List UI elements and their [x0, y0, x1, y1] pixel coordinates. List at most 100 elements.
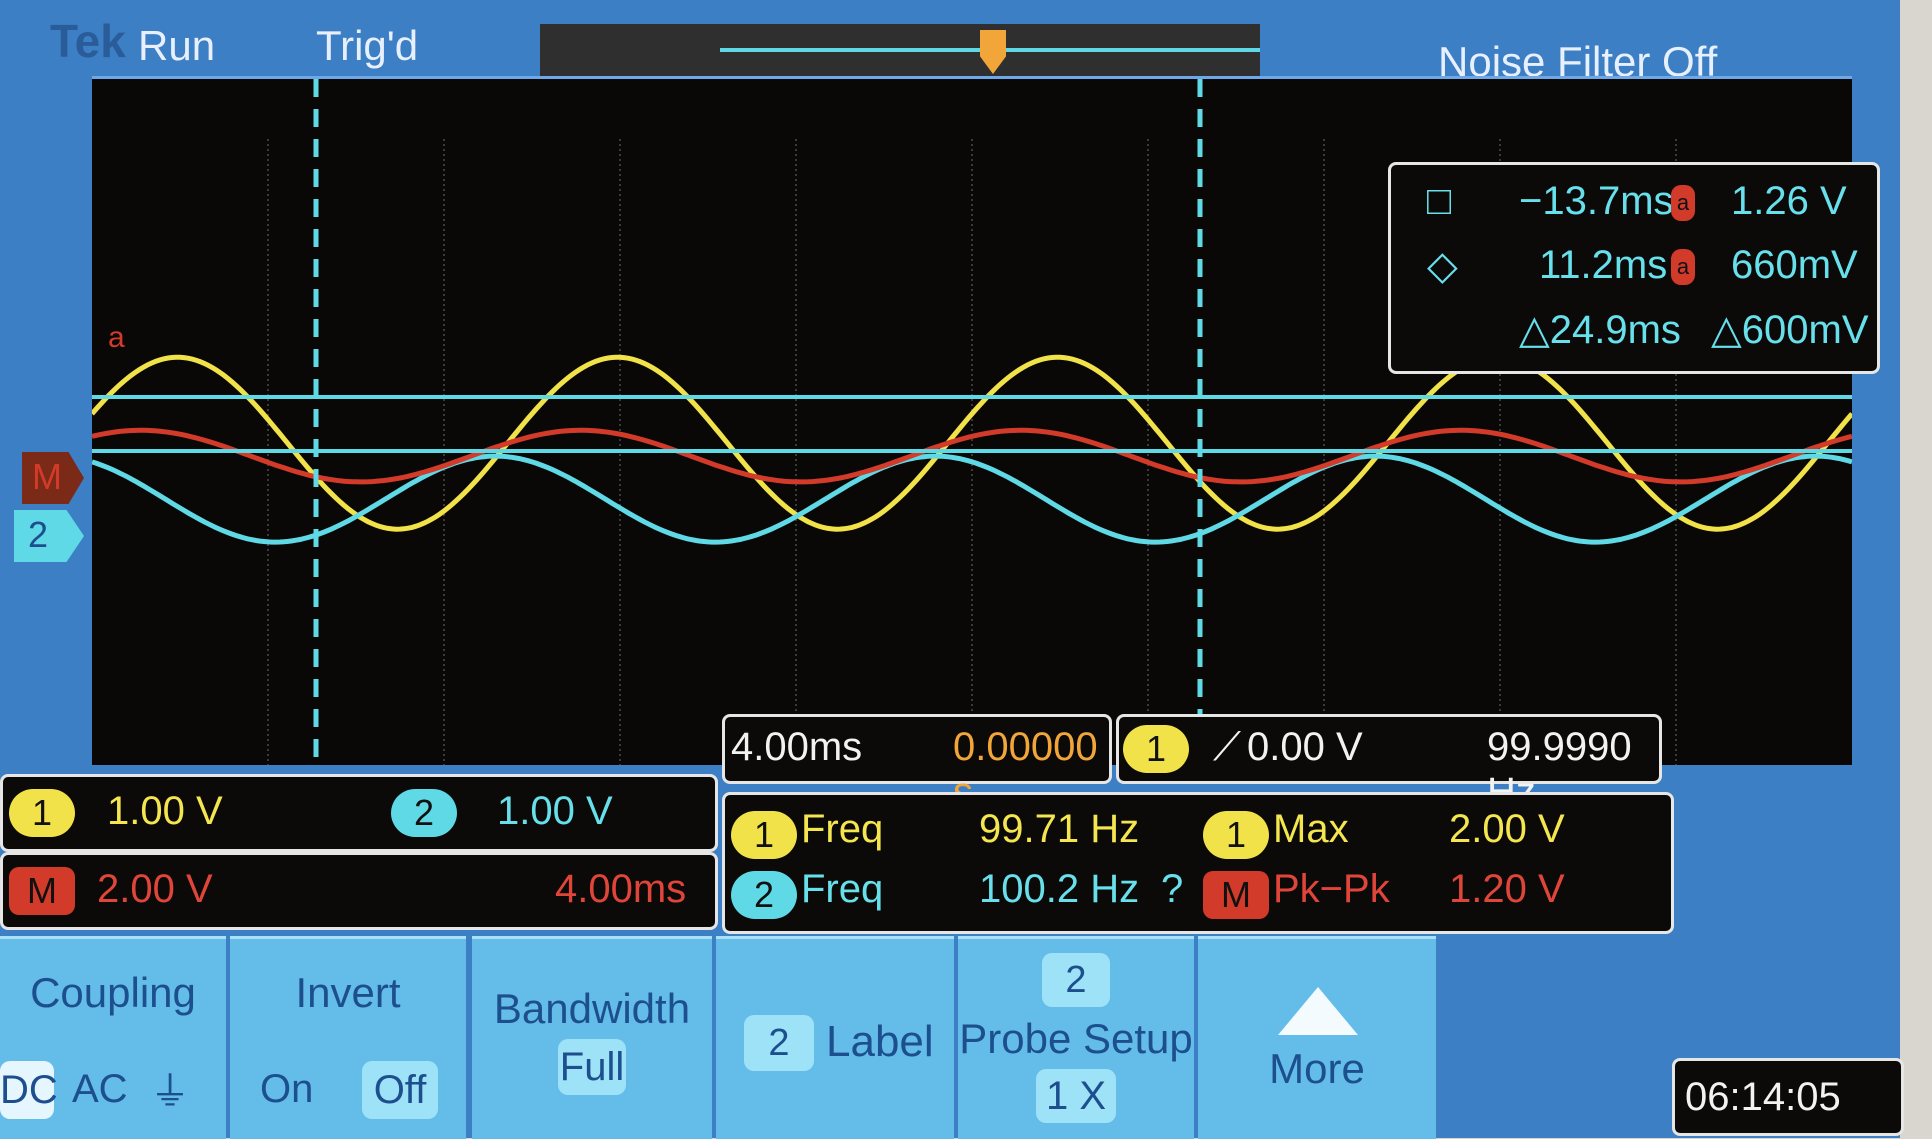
probe-setup-button[interactable]: 2 Probe Setup 1 X [958, 936, 1194, 1139]
grid-dot [267, 379, 269, 381]
grid-dot [267, 714, 269, 716]
ch2-ground-marker-icon[interactable]: 2 [14, 510, 84, 562]
more-button[interactable]: More [1198, 936, 1436, 1139]
grid-dot [1675, 489, 1677, 491]
grid-dot [971, 659, 973, 661]
invert-off-option[interactable]: Off [362, 1061, 438, 1119]
grid-dot [971, 299, 973, 301]
grid-dot [1147, 409, 1149, 411]
coupling-button[interactable]: Coupling DC AC ⏚ [0, 936, 226, 1139]
grid-dot [1675, 599, 1677, 601]
grid-dot [619, 139, 621, 141]
grid-dot [971, 634, 973, 636]
grid-dot [267, 439, 269, 441]
grid-dot [1147, 639, 1149, 641]
math-ground-marker-icon[interactable]: M [22, 452, 84, 504]
grid-dot [1499, 464, 1501, 466]
bandwidth-button[interactable]: Bandwidth Full [472, 936, 712, 1139]
grid-dot [1499, 499, 1501, 501]
grid-dot [795, 404, 797, 406]
grid-dot [443, 219, 445, 221]
grid-dot [1499, 709, 1501, 711]
channel-scale-readout[interactable]: 1 1.00 V 2 1.00 V [0, 774, 718, 852]
grid-dot [267, 649, 269, 651]
grid-dot [443, 699, 445, 701]
grid-dot [443, 314, 445, 316]
grid-dot [267, 144, 269, 146]
grid-dot [443, 209, 445, 211]
grid-dot [1323, 679, 1325, 681]
grid-dot [795, 439, 797, 441]
grid-dot [971, 709, 973, 711]
grid-dot [1499, 424, 1501, 426]
grid-dot [795, 454, 797, 456]
grid-dot [1323, 664, 1325, 666]
grid-dot [619, 519, 621, 521]
coupling-ac-option[interactable]: AC [72, 1067, 128, 1112]
grid-dot [619, 184, 621, 186]
grid-dot [1147, 239, 1149, 241]
grid-dot [1147, 614, 1149, 616]
grid-dot [971, 639, 973, 641]
grid-dot [267, 584, 269, 586]
grid-dot [267, 659, 269, 661]
grid-dot [1675, 384, 1677, 386]
grid-dot [1675, 474, 1677, 476]
trigger-readout[interactable]: 1 ⟋ 0.00 V 99.9990 Hz [1116, 714, 1662, 814]
coupling-ground-icon[interactable]: ⏚ [150, 1059, 190, 1117]
grid-dot [1499, 704, 1501, 706]
grid-dot [443, 284, 445, 286]
grid-dot [795, 334, 797, 336]
label-button[interactable]: 2 Label [716, 936, 954, 1139]
grid-dot [1675, 524, 1677, 526]
grid-dot [971, 509, 973, 511]
grid-dot [1323, 499, 1325, 501]
more-title: More [1269, 1045, 1365, 1092]
grid-dot [1675, 679, 1677, 681]
grid-dot [971, 439, 973, 441]
math-scale-readout[interactable]: M 2.00 V 4.00ms [0, 852, 718, 930]
grid-dot [267, 294, 269, 296]
grid-dot [971, 704, 973, 706]
grid-dot [443, 594, 445, 596]
grid-dot [1323, 154, 1325, 156]
timebase-readout[interactable]: 4.00ms 0.00000 s [722, 714, 1112, 814]
grid-dot [971, 549, 973, 551]
grid-dot [795, 579, 797, 581]
grid-dot [795, 684, 797, 686]
coupling-dc-option[interactable]: DC [0, 1061, 58, 1119]
grid-dot [795, 434, 797, 436]
grid-dot [1499, 674, 1501, 676]
grid-dot [1675, 689, 1677, 691]
grid-dot [1499, 594, 1501, 596]
grid-dot [443, 384, 445, 386]
grid-dot [267, 644, 269, 646]
grid-dot [1147, 179, 1149, 181]
grid-dot [1147, 634, 1149, 636]
grid-dot [1323, 459, 1325, 461]
grid-dot [971, 489, 973, 491]
grid-dot [1147, 579, 1149, 581]
grid-dot [971, 564, 973, 566]
meas2-label: Freq [801, 867, 884, 911]
measurements-readout[interactable]: 1 Freq 99.71 Hz 1 Max 2.00 V 2 Freq 100.… [722, 792, 1674, 934]
grid-dot [971, 354, 973, 356]
grid-dot [1147, 174, 1149, 176]
grid-dot [1147, 629, 1149, 631]
invert-button[interactable]: Invert On Off [230, 936, 466, 1139]
grid-dot [267, 199, 269, 201]
grid-dot [443, 344, 445, 346]
grid-dot [1323, 399, 1325, 401]
grid-dot [267, 674, 269, 676]
grid-dot [1675, 454, 1677, 456]
grid-dot [1675, 509, 1677, 511]
grid-dot [267, 329, 269, 331]
grid-dot [1147, 679, 1149, 681]
grid-dot [1499, 569, 1501, 571]
grid-dot [795, 279, 797, 281]
grid-dot [1499, 654, 1501, 656]
invert-on-option[interactable]: On [260, 1067, 313, 1112]
grid-dot [1675, 659, 1677, 661]
grid-dot [267, 369, 269, 371]
grid-dot [1323, 259, 1325, 261]
